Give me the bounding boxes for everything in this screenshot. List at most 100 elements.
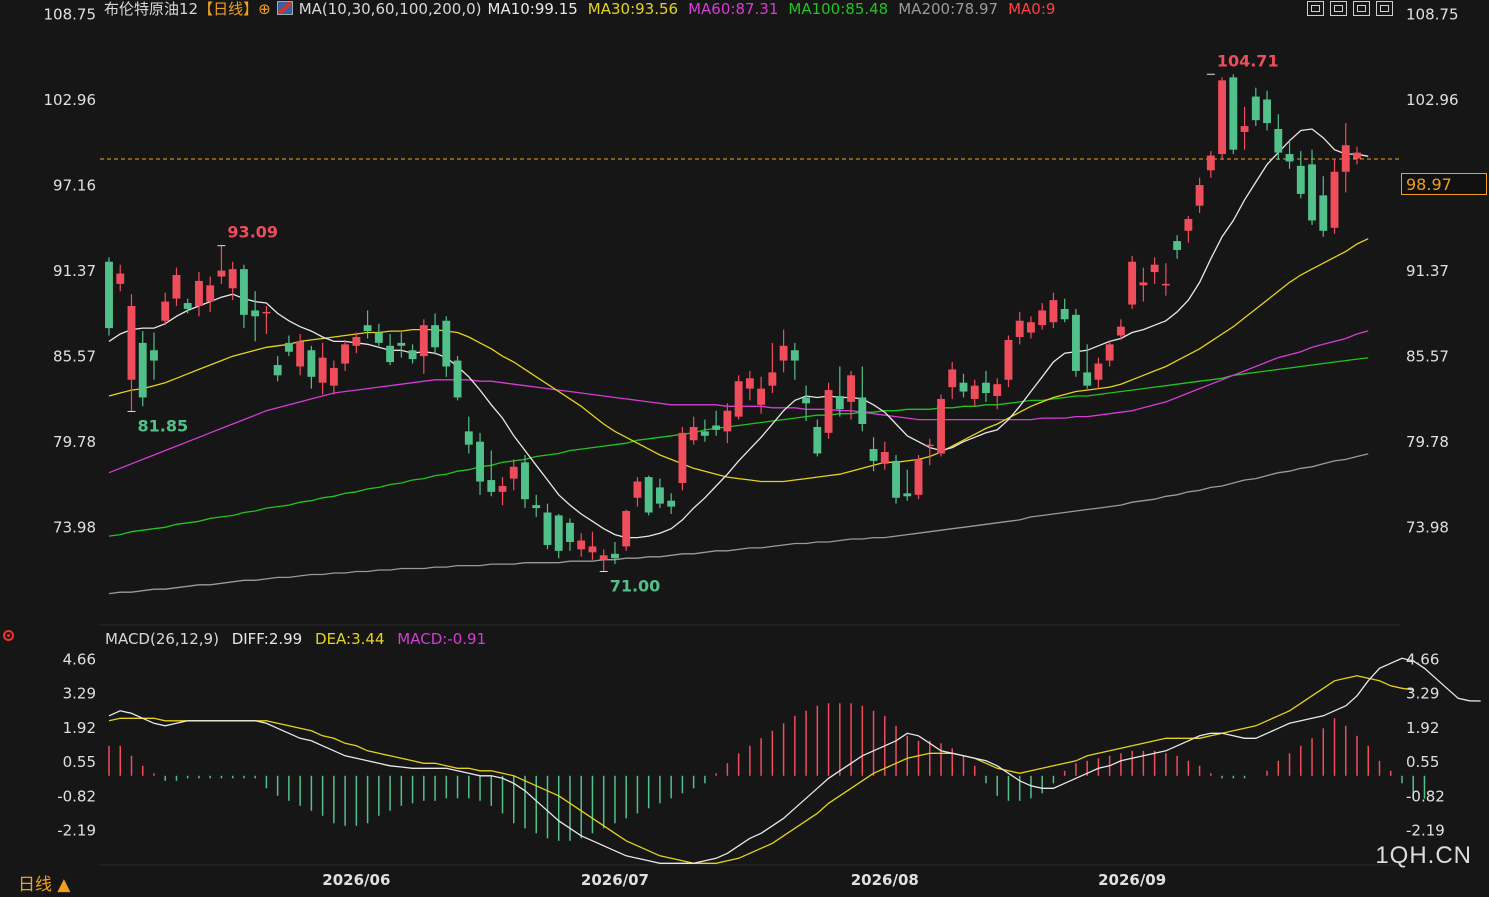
candle-body[interactable]	[993, 384, 1002, 396]
candle-body[interactable]	[1094, 363, 1103, 380]
candle-body[interactable]	[352, 336, 361, 346]
candle-body[interactable]	[251, 310, 260, 317]
candle-body[interactable]	[1274, 129, 1283, 153]
period-selector[interactable]: 日线 ▲	[18, 870, 70, 895]
candle-body[interactable]	[116, 273, 125, 284]
candle-body[interactable]	[813, 426, 822, 454]
candle-body[interactable]	[487, 480, 496, 492]
candle-body[interactable]	[847, 375, 855, 402]
candle-body[interactable]	[1173, 241, 1182, 250]
window-icon[interactable]	[1307, 1, 1324, 16]
candle-body[interactable]	[633, 481, 642, 498]
candle-body[interactable]	[1161, 283, 1170, 286]
candle-body[interactable]	[914, 459, 923, 495]
candle-body[interactable]	[1263, 99, 1271, 124]
candle-body[interactable]	[880, 452, 889, 464]
candle-body[interactable]	[937, 398, 945, 454]
candle-body[interactable]	[802, 397, 811, 404]
candle-body[interactable]	[532, 505, 541, 509]
layout-icon[interactable]	[1330, 1, 1347, 16]
candle-body[interactable]	[1116, 326, 1125, 336]
candle-body[interactable]	[588, 546, 597, 553]
candle-body[interactable]	[835, 395, 844, 410]
candle-body[interactable]	[858, 397, 867, 424]
candle-body[interactable]	[228, 269, 237, 289]
candle-body[interactable]	[284, 342, 293, 352]
candle-body[interactable]	[970, 385, 979, 399]
candle-body[interactable]	[397, 342, 406, 346]
candle-body[interactable]	[1319, 195, 1328, 231]
candle-body[interactable]	[172, 275, 181, 299]
candle-body[interactable]	[206, 285, 215, 302]
candle-body[interactable]	[307, 350, 316, 377]
candle-body[interactable]	[1083, 372, 1092, 386]
candle-body[interactable]	[566, 522, 574, 542]
candle-body[interactable]	[296, 341, 305, 367]
candle-body[interactable]	[554, 515, 563, 551]
candle-body[interactable]	[790, 350, 799, 361]
candle-body[interactable]	[1240, 126, 1249, 132]
candle-body[interactable]	[1027, 322, 1035, 333]
candle-body[interactable]	[341, 344, 350, 364]
candle-body[interactable]	[667, 500, 676, 507]
candle-body[interactable]	[127, 306, 136, 380]
candle-body[interactable]	[453, 360, 462, 398]
candle-body[interactable]	[498, 485, 507, 492]
candle-body[interactable]	[1229, 77, 1238, 150]
candle-body[interactable]	[1049, 300, 1058, 323]
fullscreen-icon[interactable]	[1376, 1, 1393, 16]
candle-body[interactable]	[892, 460, 900, 498]
candle-body[interactable]	[959, 382, 968, 392]
candle-body[interactable]	[1218, 80, 1227, 155]
candle-body[interactable]	[611, 553, 619, 559]
candle-body[interactable]	[408, 350, 417, 360]
candle-body[interactable]	[239, 269, 248, 315]
candle-body[interactable]	[1251, 96, 1260, 121]
candle-body[interactable]	[1004, 339, 1013, 380]
candle-body[interactable]	[1105, 344, 1114, 361]
candle-body[interactable]	[1341, 145, 1350, 172]
candle-body[interactable]	[183, 303, 192, 309]
candle-body[interactable]	[1015, 320, 1024, 337]
candle-body[interactable]	[1195, 185, 1204, 206]
candle-body[interactable]	[442, 320, 451, 367]
kline-chart[interactable]: 108.75108.75102.96102.9697.1697.1691.379…	[0, 0, 1489, 893]
candle-body[interactable]	[1150, 264, 1159, 273]
indicator-toggle-icon[interactable]	[3, 630, 14, 641]
candle-body[interactable]	[1285, 154, 1294, 162]
candle-body[interactable]	[1330, 171, 1339, 228]
candle-body[interactable]	[779, 345, 788, 361]
candle-body[interactable]	[273, 365, 282, 376]
split-icon[interactable]	[1353, 1, 1370, 16]
candle-body[interactable]	[521, 462, 529, 500]
candle-body[interactable]	[982, 382, 990, 394]
candle-body[interactable]	[1206, 155, 1215, 171]
candle-body[interactable]	[138, 342, 147, 398]
candle-body[interactable]	[1128, 261, 1137, 305]
candle-body[interactable]	[318, 357, 327, 383]
candle-body[interactable]	[1060, 308, 1069, 320]
indicator-icon[interactable]	[276, 1, 293, 15]
candle-body[interactable]	[1071, 314, 1080, 371]
candle-body[interactable]	[903, 493, 912, 497]
candle-body[interactable]	[195, 280, 203, 306]
candle-body[interactable]	[1038, 310, 1047, 326]
candle-body[interactable]	[419, 325, 428, 357]
candle-body[interactable]	[431, 325, 439, 348]
candle-body[interactable]	[757, 388, 766, 405]
candle-body[interactable]	[655, 487, 664, 504]
candle-body[interactable]	[700, 431, 709, 436]
candle-body[interactable]	[689, 426, 698, 441]
candle-body[interactable]	[1184, 218, 1193, 231]
candle-body[interactable]	[745, 378, 754, 389]
candle-body[interactable]	[543, 512, 552, 545]
candle-body[interactable]	[262, 311, 271, 314]
candle-body[interactable]	[217, 270, 226, 277]
candle-body[interactable]	[577, 540, 586, 550]
candle-body[interactable]	[509, 466, 518, 479]
candle-body[interactable]	[768, 372, 777, 386]
candle-body[interactable]	[712, 425, 721, 430]
candle-body[interactable]	[824, 390, 833, 433]
candle-body[interactable]	[386, 345, 395, 363]
candle-body[interactable]	[1308, 164, 1316, 221]
